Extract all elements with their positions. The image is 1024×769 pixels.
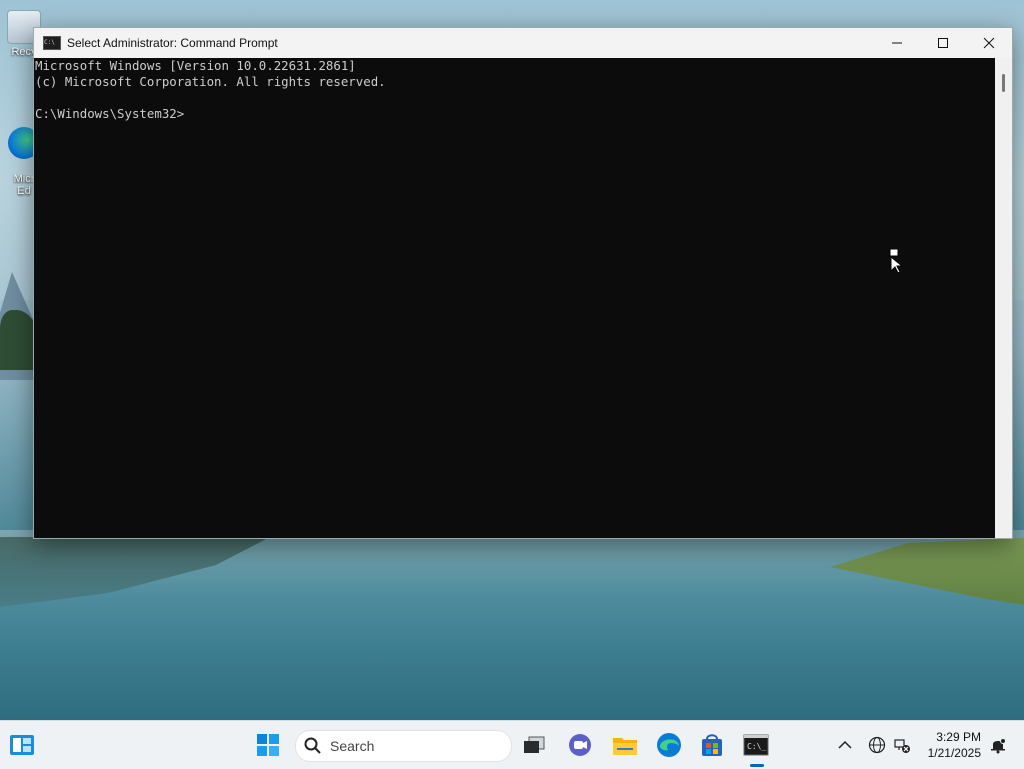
- svg-text:C:\_: C:\_: [747, 742, 766, 751]
- task-view-icon: [524, 736, 545, 753]
- window-controls: [874, 28, 1012, 58]
- widgets-icon: [10, 735, 34, 755]
- taskbar: Search C:\_ 3:29 PM 1/21/2025: [0, 720, 1024, 769]
- minimize-icon: [892, 42, 902, 44]
- file-explorer-button[interactable]: [609, 729, 641, 761]
- network-disconnected-icon: [894, 739, 910, 753]
- show-hidden-icons-button[interactable]: [829, 729, 861, 761]
- start-icon: [257, 734, 279, 756]
- console-line: Microsoft Windows [Version 10.0.22631.28…: [35, 58, 356, 73]
- terminal-icon: C:\_: [743, 734, 769, 756]
- vertical-scrollbar[interactable]: [995, 58, 1012, 538]
- cmd-window[interactable]: C:\ Select Administrator: Command Prompt…: [33, 27, 1013, 539]
- edge-icon: [657, 733, 681, 757]
- network-status-button[interactable]: [886, 729, 918, 761]
- search-icon: [304, 737, 321, 754]
- chat-icon: [569, 734, 591, 756]
- store-icon: [702, 734, 722, 756]
- clock[interactable]: 3:29 PM 1/21/2025: [928, 729, 981, 761]
- start-button[interactable]: [252, 729, 284, 761]
- chevron-up-icon: [838, 740, 852, 749]
- maximize-icon: [938, 38, 948, 48]
- minimize-button[interactable]: [874, 28, 920, 58]
- clock-time: 3:29 PM: [936, 730, 981, 744]
- maximize-button[interactable]: [920, 28, 966, 58]
- console-line: (c) Microsoft Corporation. All rights re…: [35, 74, 386, 89]
- close-icon: [983, 37, 995, 49]
- widgets-button[interactable]: [6, 729, 38, 761]
- store-button[interactable]: [696, 729, 728, 761]
- bell-icon: [991, 738, 1006, 754]
- window-titlebar[interactable]: C:\ Select Administrator: Command Prompt: [34, 28, 1012, 58]
- scrollbar-thumb[interactable]: [1002, 74, 1005, 92]
- cmd-icon: C:\: [43, 36, 61, 50]
- active-app-indicator: [750, 764, 764, 767]
- mouse-cursor-icon: [889, 249, 904, 274]
- chat-button[interactable]: [564, 729, 596, 761]
- close-button[interactable]: [966, 28, 1012, 58]
- search-placeholder: Search: [330, 738, 375, 754]
- file-explorer-icon: [613, 738, 637, 755]
- clock-date: 1/21/2025: [927, 746, 981, 760]
- command-prompt-taskbar-button[interactable]: C:\_: [740, 729, 772, 761]
- edge-button[interactable]: [653, 729, 685, 761]
- globe-icon: [868, 736, 886, 754]
- console-output[interactable]: Microsoft Windows [Version 10.0.22631.28…: [34, 58, 995, 538]
- taskbar-search[interactable]: Search: [295, 730, 512, 762]
- task-view-button[interactable]: [518, 729, 550, 761]
- window-title: Select Administrator: Command Prompt: [67, 36, 278, 50]
- notifications-button[interactable]: [982, 729, 1014, 761]
- console-prompt: C:\Windows\System32>: [35, 106, 185, 121]
